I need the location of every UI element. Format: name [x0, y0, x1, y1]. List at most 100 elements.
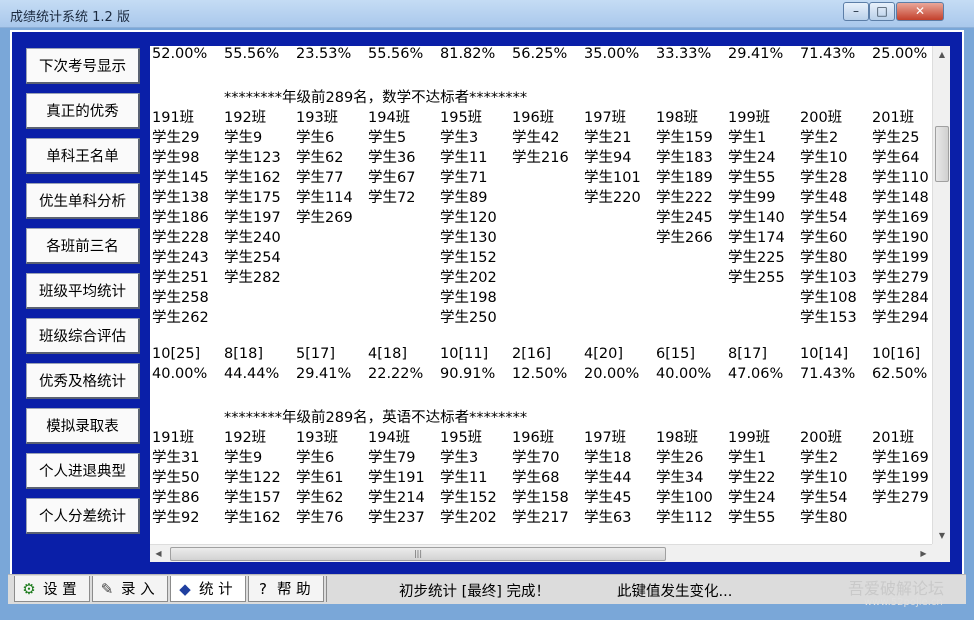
report-cell: 55.56%	[224, 46, 280, 62]
vertical-scroll-thumb[interactable]	[935, 126, 949, 182]
student-cell: 学生153	[800, 310, 857, 326]
report-cell: 199班	[728, 110, 771, 126]
watermark-text: 吾爱破解论坛	[848, 579, 945, 598]
tab-help[interactable]: ? 帮 助	[248, 576, 324, 602]
student-cell: 学生258	[152, 290, 209, 306]
student-cell: 学生77	[296, 170, 344, 186]
student-cell: 学生294	[872, 310, 929, 326]
report-cell: 71.43%	[800, 366, 856, 382]
student-cell: 学生10	[800, 150, 848, 166]
report-cell: 200班	[800, 110, 843, 126]
report-cell: 10[14]	[800, 346, 849, 362]
report-cell: 8[18]	[224, 346, 263, 362]
student-cell: 学生190	[872, 230, 929, 246]
subject-king-button[interactable]: 单科王名单	[26, 138, 140, 174]
report-cell: 199班	[728, 430, 771, 446]
student-cell: 学生63	[584, 510, 632, 526]
student-cell: 学生68	[512, 470, 560, 486]
student-cell: 学生54	[800, 490, 848, 506]
report-cell: 192班	[224, 110, 267, 126]
vertical-scrollbar[interactable]: ▲ ▼	[932, 46, 950, 544]
student-cell: 学生158	[512, 490, 569, 506]
tab-statistics[interactable]: ◆ 统 计	[170, 576, 246, 602]
student-cell: 学生80	[800, 250, 848, 266]
student-cell: 学生245	[656, 210, 713, 226]
report-cell: 10[11]	[440, 346, 489, 362]
student-cell: 学生3	[440, 130, 479, 146]
student-cell: 学生183	[656, 150, 713, 166]
class-evaluation-button[interactable]: 班级综合评估	[26, 318, 140, 354]
student-cell: 学生25	[872, 130, 920, 146]
student-cell: 学生284	[872, 290, 929, 306]
student-cell: 学生11	[440, 470, 488, 486]
maximize-button[interactable]: □	[869, 2, 895, 21]
personal-diff-stats-button[interactable]: 个人分差统计	[26, 498, 140, 534]
student-cell: 学生243	[152, 250, 209, 266]
student-cell: 学生225	[728, 250, 785, 266]
report-cell: 4[20]	[584, 346, 623, 362]
excellent-pass-stats-button[interactable]: 优秀及格统计	[26, 363, 140, 399]
student-cell: 学生159	[656, 130, 713, 146]
report-cell: 52.00%	[152, 46, 208, 62]
student-cell: 学生217	[512, 510, 569, 526]
report-cell: 6[15]	[656, 346, 695, 362]
math-section-heading: ********年级前289名，数学不达标者********	[224, 90, 528, 106]
student-cell: 学生279	[872, 270, 929, 286]
student-cell: 学生28	[800, 170, 848, 186]
scroll-left-arrow-icon[interactable]: ◀	[150, 545, 167, 562]
admission-table-button[interactable]: 模拟录取表	[26, 408, 140, 444]
minimize-button[interactable]: –	[843, 2, 869, 21]
report-cell: 4[18]	[368, 346, 407, 362]
student-cell: 学生255	[728, 270, 785, 286]
report-cell: 201班	[872, 110, 915, 126]
student-cell: 学生29	[152, 130, 200, 146]
student-cell: 学生266	[656, 230, 713, 246]
student-cell: 学生169	[872, 210, 929, 226]
scrollbar-corner	[932, 544, 950, 562]
student-cell: 学生61	[296, 470, 344, 486]
student-cell: 学生70	[512, 450, 560, 466]
report-area[interactable]: ********年级前289名，数学不达标者******** ********年…	[150, 46, 950, 562]
settings-icon: ⚙	[22, 579, 36, 598]
true-excellent-button[interactable]: 真正的优秀	[26, 93, 140, 129]
student-cell: 学生162	[224, 170, 281, 186]
scroll-up-arrow-icon[interactable]: ▲	[933, 46, 950, 63]
student-cell: 学生21	[584, 130, 632, 146]
watermark-url: www.52pojie.cn	[864, 597, 943, 608]
student-cell: 学生175	[224, 190, 281, 206]
student-cell: 学生240	[224, 230, 281, 246]
student-cell: 学生71	[440, 170, 488, 186]
personal-progress-button[interactable]: 个人进退典型	[26, 453, 140, 489]
tab-help-label: 帮 助	[277, 582, 311, 598]
top-student-subject-analysis-button[interactable]: 优生单科分析	[26, 183, 140, 219]
report-cell: 22.22%	[368, 366, 424, 382]
status-bar: ⚙ 设 置 ✎ 录 入 ◆ 统 计 ? 帮 助 初步统计 [最终] 完成！ 此键…	[8, 574, 966, 608]
scroll-down-arrow-icon[interactable]: ▼	[933, 527, 950, 544]
student-cell: 学生162	[224, 510, 281, 526]
next-exam-number-button[interactable]: 下次考号显示	[26, 48, 140, 84]
report-cell: 71.43%	[800, 46, 856, 62]
student-cell: 学生50	[152, 470, 200, 486]
help-icon: ?	[259, 579, 267, 598]
report-cell: 193班	[296, 110, 339, 126]
horizontal-scrollbar[interactable]: ◀ ||| ▶	[150, 544, 932, 562]
window-title: 成绩统计系统 1.2 版	[10, 10, 130, 25]
tab-settings[interactable]: ⚙ 设 置	[14, 576, 90, 602]
student-cell: 学生42	[512, 130, 560, 146]
report-cell: 81.82%	[440, 46, 496, 62]
student-cell: 学生140	[728, 210, 785, 226]
class-top-three-button[interactable]: 各班前三名	[26, 228, 140, 264]
student-cell: 学生120	[440, 210, 497, 226]
report-cell: 44.44%	[224, 366, 280, 382]
scroll-right-arrow-icon[interactable]: ▶	[915, 545, 932, 562]
student-cell: 学生110	[872, 170, 929, 186]
class-average-button[interactable]: 班级平均统计	[26, 273, 140, 309]
horizontal-scroll-thumb[interactable]: |||	[170, 547, 666, 561]
student-cell: 学生130	[440, 230, 497, 246]
tab-input[interactable]: ✎ 录 入	[92, 576, 168, 602]
close-button[interactable]: ✕	[896, 2, 944, 21]
student-cell: 学生94	[584, 150, 632, 166]
student-cell: 学生34	[656, 470, 704, 486]
report-cell: 196班	[512, 110, 555, 126]
student-cell: 学生5	[368, 130, 407, 146]
